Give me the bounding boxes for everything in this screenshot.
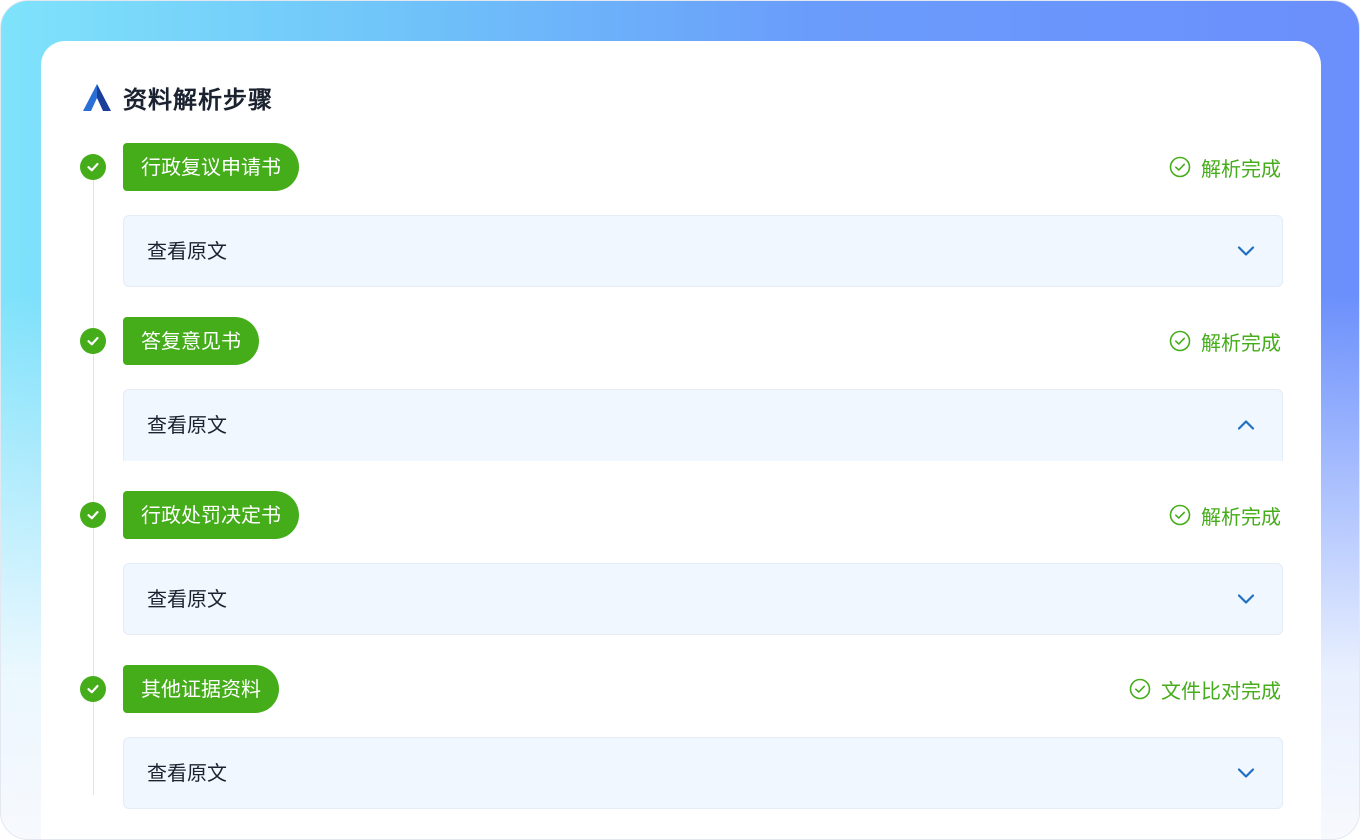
view-original-label: 查看原文	[147, 413, 227, 437]
step-tag: 行政处罚决定书	[123, 491, 299, 539]
step-status-text: 解析完成	[1201, 330, 1281, 355]
step-status-text: 解析完成	[1201, 156, 1281, 181]
step-status-text: 文件比对完成	[1161, 678, 1281, 703]
step-check-icon	[80, 154, 106, 180]
check-circle-icon	[1169, 156, 1191, 178]
chevron-down-icon[interactable]	[1236, 763, 1256, 783]
triangle-logo-icon	[83, 84, 111, 111]
view-original-panel[interactable]: 查看原文	[123, 389, 1283, 461]
check-circle-icon	[1169, 330, 1191, 352]
step-check-icon	[80, 502, 106, 528]
view-original-panel[interactable]: 查看原文	[123, 737, 1283, 809]
page-title: 资料解析步骤	[123, 85, 273, 114]
view-original-label: 查看原文	[147, 587, 227, 611]
view-original-label: 查看原文	[147, 761, 227, 785]
section-header: 资料解析步骤	[81, 79, 273, 115]
step-status: 解析完成	[1169, 491, 1281, 539]
step-tag: 其他证据资料	[123, 665, 279, 713]
step-item: 其他证据资料 文件比对完成 查看原文	[41, 665, 1321, 835]
chevron-down-icon[interactable]	[1236, 241, 1256, 261]
step-item: 行政复议申请书 解析完成 查看原文	[41, 143, 1321, 313]
chevron-down-icon[interactable]	[1236, 589, 1256, 609]
window-frame: 资料解析步骤 行政复议申请书 解析完成 查看原文 答复意见书 解析完成 查看原文…	[0, 0, 1360, 840]
step-item: 答复意见书 解析完成 查看原文	[41, 317, 1321, 487]
check-circle-icon	[1129, 678, 1151, 700]
step-status: 解析完成	[1169, 317, 1281, 365]
view-original-label: 查看原文	[147, 239, 227, 263]
step-check-icon	[80, 328, 106, 354]
step-tag: 行政复议申请书	[123, 143, 299, 191]
step-item: 行政处罚决定书 解析完成 查看原文	[41, 491, 1321, 661]
step-status-text: 解析完成	[1201, 504, 1281, 529]
view-original-panel[interactable]: 查看原文	[123, 563, 1283, 635]
step-status: 解析完成	[1169, 143, 1281, 191]
check-circle-icon	[1169, 504, 1191, 526]
view-original-panel[interactable]: 查看原文	[123, 215, 1283, 287]
step-tag: 答复意见书	[123, 317, 259, 365]
step-check-icon	[80, 676, 106, 702]
step-status: 文件比对完成	[1129, 665, 1281, 713]
content-card: 资料解析步骤 行政复议申请书 解析完成 查看原文 答复意见书 解析完成 查看原文…	[41, 41, 1321, 839]
chevron-up-icon[interactable]	[1236, 415, 1256, 435]
